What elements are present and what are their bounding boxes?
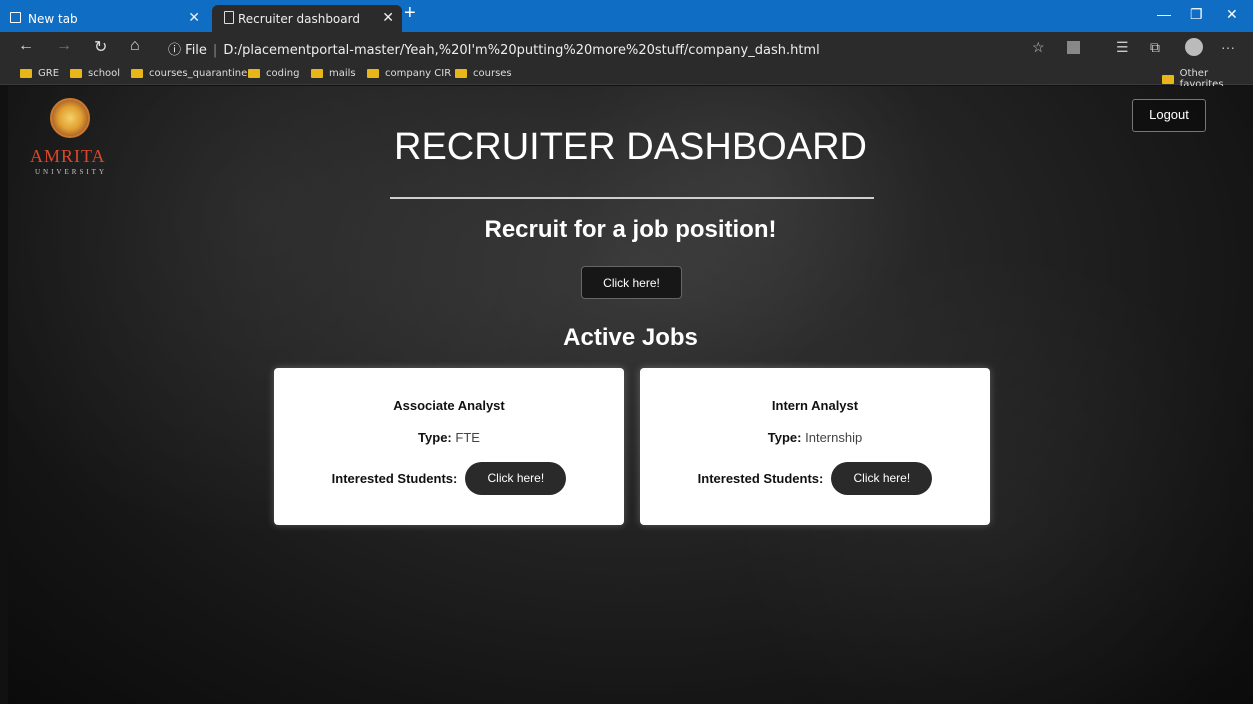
- more-icon[interactable]: ···: [1221, 39, 1235, 55]
- tab-new-tab[interactable]: New tab ✕: [8, 5, 208, 32]
- folder-icon: [455, 69, 467, 78]
- tab-recruiter-dashboard[interactable]: Recruiter dashboard ✕: [212, 5, 402, 32]
- favorites-list-icon[interactable]: ☰: [1116, 39, 1129, 56]
- bookmark-folder[interactable]: school: [70, 68, 120, 79]
- profile-avatar-icon[interactable]: [1185, 38, 1203, 56]
- interested-students-button[interactable]: Click here!: [831, 462, 933, 495]
- job-type: Type: Internship: [767, 430, 863, 445]
- job-title: Associate Analyst: [393, 398, 505, 413]
- job-type-value: Internship: [805, 430, 863, 445]
- url-field[interactable]: ⓘ File | D:/placementportal-master/Yeah,%2…: [168, 39, 820, 58]
- extension-icon[interactable]: [1067, 41, 1080, 54]
- url-scheme: File: [185, 43, 207, 58]
- bookmark-folder[interactable]: courses: [455, 68, 512, 79]
- divider: [390, 197, 874, 199]
- job-type: Type: FTE: [418, 430, 480, 445]
- maximize-icon[interactable]: ❐: [1190, 6, 1203, 23]
- address-bar: ← → ↻ ⌂ ⓘ File | D:/placementportal-master…: [0, 32, 1253, 63]
- tab-label: Recruiter dashboard: [238, 11, 360, 26]
- job-type-value: FTE: [455, 430, 480, 445]
- window-close-icon[interactable]: ✕: [1226, 6, 1238, 23]
- collections-icon[interactable]: ⧉: [1150, 39, 1160, 56]
- bookmark-folder[interactable]: coding: [248, 68, 299, 79]
- job-title: Intern Analyst: [771, 398, 859, 413]
- page-title: RECRUITER DASHBOARD: [394, 126, 867, 168]
- folder-icon: [20, 69, 32, 78]
- job-card: Associate Analyst Type: FTE Interested S…: [274, 368, 624, 525]
- job-card: Intern Analyst Type: Internship Interest…: [640, 368, 990, 525]
- bookmark-folder[interactable]: GRE: [20, 68, 59, 79]
- logo-subtext: UNIVERSITY: [35, 168, 107, 176]
- folder-icon: [311, 69, 323, 78]
- info-icon: ⓘ: [168, 43, 182, 58]
- recruit-button[interactable]: Click here!: [581, 266, 682, 299]
- minimize-icon[interactable]: —: [1157, 6, 1171, 22]
- url-text: D:/placementportal-master/Yeah,%20I'm%20…: [223, 43, 820, 58]
- close-icon[interactable]: ✕: [382, 10, 394, 26]
- page-content: AMRITA UNIVERSITY Logout RECRUITER DASHB…: [8, 86, 1253, 704]
- interested-row: Interested Students: Click here!: [640, 462, 990, 495]
- folder-icon: [248, 69, 260, 78]
- favorite-star-icon[interactable]: ☆: [1032, 39, 1045, 56]
- folder-icon: [131, 69, 143, 78]
- forward-icon[interactable]: →: [56, 37, 72, 55]
- bookmark-folder[interactable]: company CIR: [367, 68, 451, 79]
- refresh-icon[interactable]: ↻: [94, 37, 107, 57]
- home-icon[interactable]: ⌂: [130, 37, 140, 55]
- bookmarks-bar: GRE school courses_quarantine coding mai…: [0, 63, 1253, 90]
- folder-icon: [1162, 74, 1174, 84]
- active-jobs-heading: Active Jobs: [563, 324, 698, 351]
- interested-row: Interested Students: Click here!: [274, 462, 624, 495]
- bookmark-folder[interactable]: courses_quarantine: [131, 68, 247, 79]
- interested-label: Interested Students:: [697, 471, 824, 486]
- folder-icon: [367, 69, 379, 78]
- tab-label: New tab: [28, 11, 78, 26]
- recruit-heading: Recruit for a job position!: [484, 216, 777, 243]
- interested-students-button[interactable]: Click here!: [465, 462, 567, 495]
- interested-label: Interested Students:: [331, 471, 458, 486]
- page-icon: [224, 11, 234, 24]
- folder-icon: [70, 69, 82, 78]
- bookmark-folder[interactable]: mails: [311, 68, 356, 79]
- back-icon[interactable]: ←: [18, 37, 34, 55]
- browser-titlebar: New tab ✕ Recruiter dashboard ✕ + — ❐ ✕: [0, 0, 1253, 32]
- new-tab-icon: [10, 12, 21, 23]
- close-icon[interactable]: ✕: [188, 10, 200, 26]
- new-tab-button[interactable]: +: [404, 2, 416, 25]
